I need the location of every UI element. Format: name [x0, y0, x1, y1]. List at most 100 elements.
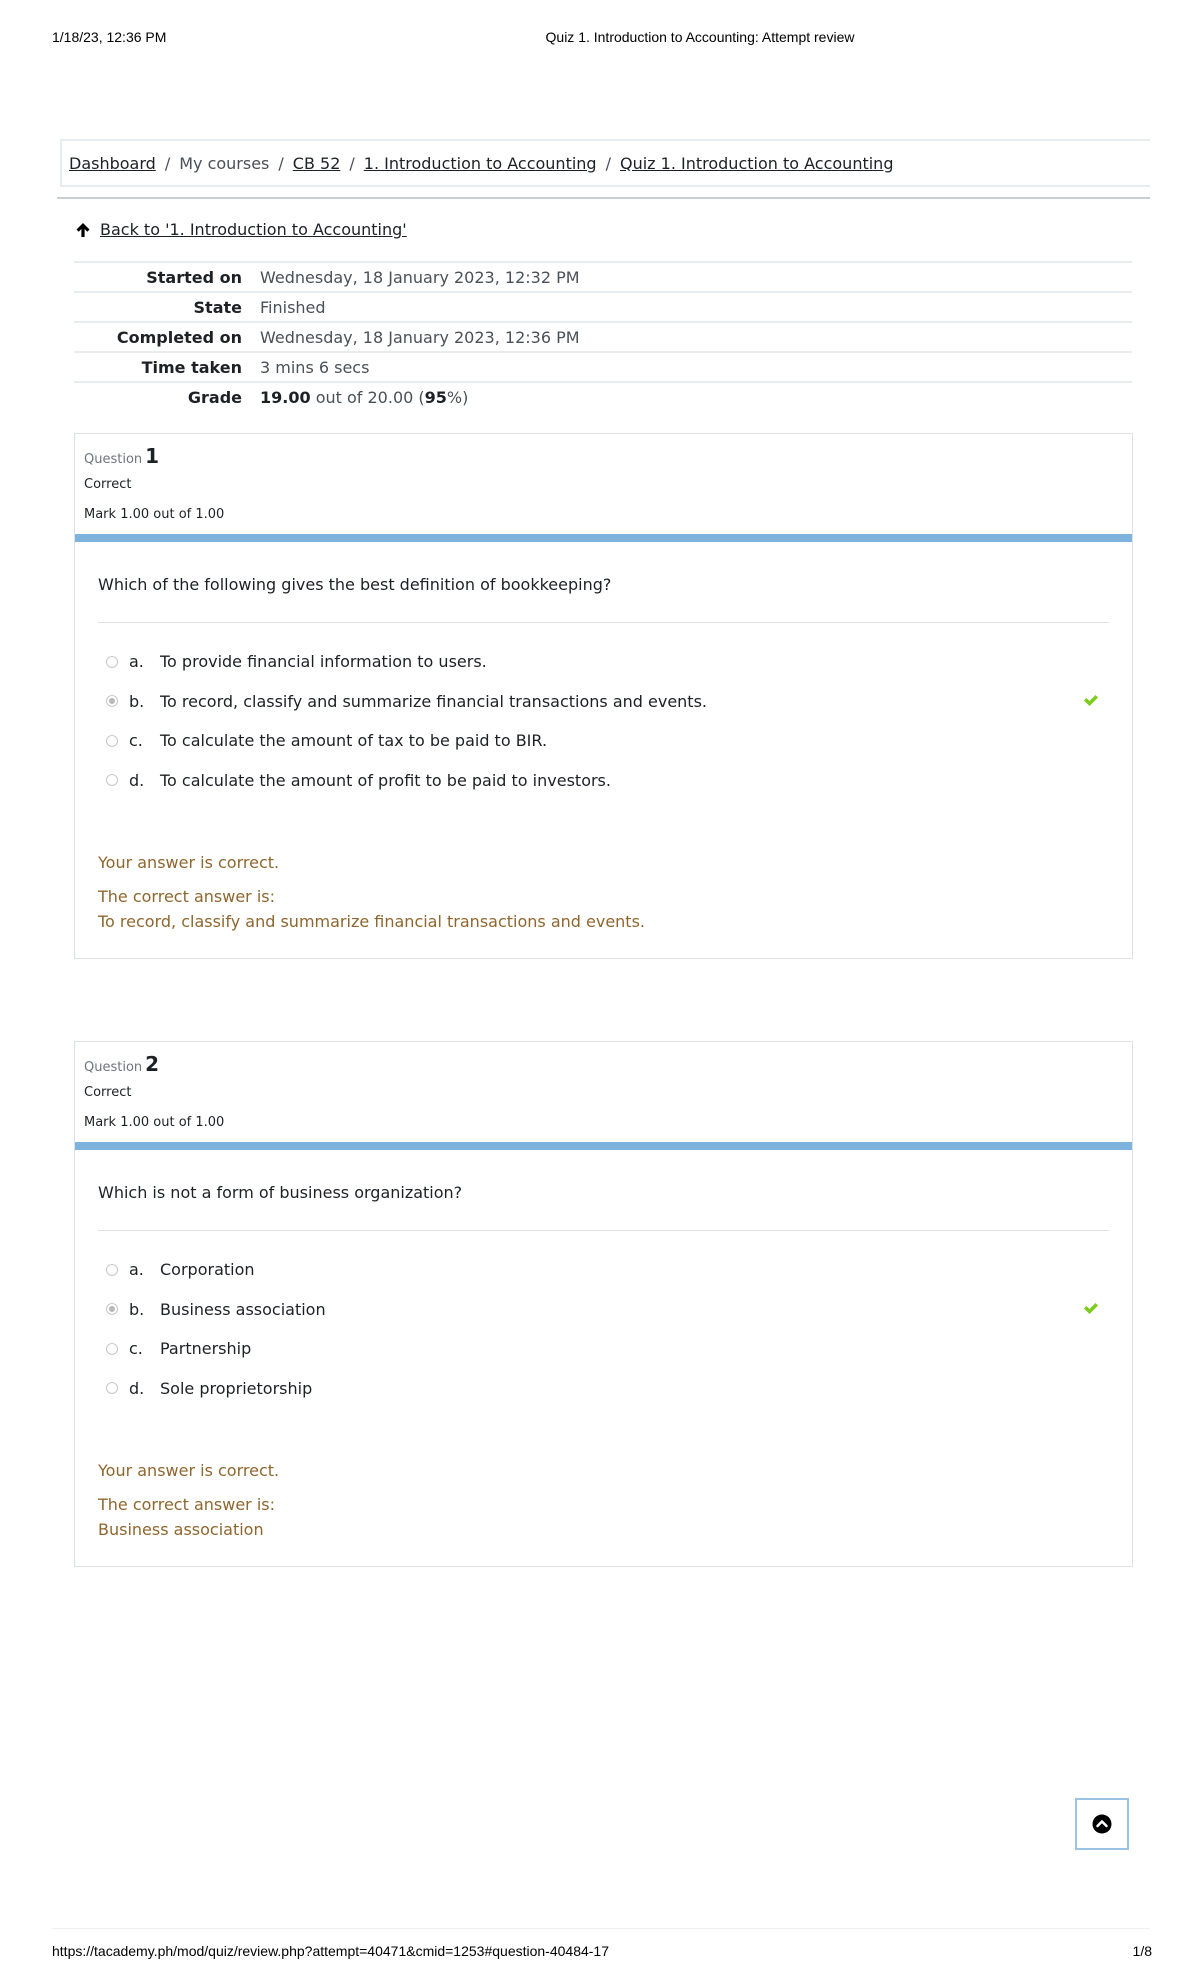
breadcrumb-separator: / [164, 153, 171, 173]
back-link-row: Back to '1. Introduction to Accounting' [75, 220, 407, 239]
question-info: Question 2 Correct Mark 1.00 out of 1.00 [75, 1042, 1132, 1142]
answer-text: To calculate the amount of tax to be pai… [160, 731, 548, 751]
checkmark-icon [1084, 694, 1098, 706]
answer-letter: a. [129, 652, 144, 672]
question-2: Question 2 Correct Mark 1.00 out of 1.00 … [74, 1041, 1133, 1567]
summary-row: State Finished [74, 291, 1132, 322]
summary-value: 3 mins 6 secs [260, 351, 1132, 382]
answer-text: Sole proprietorship [160, 1378, 313, 1398]
chevron-up-circle-icon [1092, 1814, 1112, 1834]
breadcrumb-separator: / [605, 153, 611, 173]
question-state: Correct [84, 477, 132, 492]
question-mark: Mark 1.00 out of 1.00 [84, 507, 225, 522]
answer-option-selected[interactable]: b. To record, classify and summarize fin… [98, 682, 1109, 722]
correct-answer-text: To record, classify and summarize financ… [98, 912, 645, 931]
back-to-top-button[interactable] [1075, 1798, 1129, 1850]
answer-option[interactable]: a. Corporation [98, 1250, 1109, 1290]
question-state: Correct [84, 1085, 132, 1100]
attempt-summary-table: Started on Wednesday, 18 January 2023, 1… [74, 261, 1132, 411]
answer-radio[interactable] [106, 734, 118, 747]
question-content: Which is not a form of business organiza… [75, 1150, 1132, 1408]
answer-list: a. Corporation b. Business association c… [98, 1231, 1109, 1408]
answer-text: To calculate the amount of profit to be … [160, 770, 611, 790]
back-to-section-link[interactable]: Back to '1. Introduction to Accounting' [100, 220, 407, 239]
summary-row: Completed on Wednesday, 18 January 2023,… [74, 321, 1132, 352]
question-label: Question [84, 1060, 143, 1075]
question-number: Question 2 [84, 1052, 1123, 1076]
answer-letter: a. [129, 1260, 144, 1280]
breadcrumb: Dashboard / My courses / CB 52 / 1. Intr… [60, 139, 1150, 187]
question-text: Which is not a form of business organiza… [98, 1183, 1109, 1231]
question-feedback: Your answer is correct. The correct answ… [75, 853, 1132, 958]
correct-answer-label: The correct answer is: [98, 1495, 275, 1514]
summary-row: Time taken 3 mins 6 secs [74, 351, 1132, 382]
checkmark-icon [1084, 1302, 1098, 1314]
question-1: Question 1 Correct Mark 1.00 out of 1.00 … [74, 433, 1133, 959]
answer-text: To provide financial information to user… [160, 652, 487, 672]
summary-value: Finished [260, 291, 1132, 322]
grade-percent: 95 [424, 387, 447, 407]
breadcrumb-dashboard[interactable]: Dashboard [69, 154, 156, 173]
summary-key: State [74, 291, 260, 322]
correct-answer-text: Business association [98, 1520, 264, 1539]
answer-letter: b. [129, 1299, 145, 1319]
question-content: Which of the following gives the best de… [75, 542, 1132, 800]
footer-divider [52, 1928, 1150, 1929]
arrow-up-icon [76, 222, 90, 237]
grade-value: 19.00 out of 20.00 (95%) [260, 381, 1132, 411]
feedback-text: Your answer is correct. [98, 853, 280, 872]
answer-radio[interactable] [106, 1382, 118, 1395]
grade-suffix: %) [446, 387, 469, 407]
answer-option[interactable]: d. To calculate the amount of profit to … [98, 761, 1109, 801]
answer-text: Corporation [160, 1260, 255, 1280]
question-info: Question 1 Correct Mark 1.00 out of 1.00 [75, 434, 1132, 534]
answer-radio[interactable] [106, 1342, 118, 1355]
question-mark: Mark 1.00 out of 1.00 [84, 1115, 225, 1130]
summary-key: Grade [74, 381, 260, 411]
summary-row: Started on Wednesday, 18 January 2023, 1… [74, 261, 1132, 292]
grade-score: 19.00 [260, 387, 311, 407]
answer-option[interactable]: d. Sole proprietorship [98, 1369, 1109, 1409]
answer-letter: c. [129, 731, 143, 751]
feedback-text: Your answer is correct. [98, 1461, 280, 1480]
answer-option[interactable]: c. Partnership [98, 1329, 1109, 1369]
grade-middle: out of 20.00 ( [310, 387, 425, 407]
answer-text: Business association [160, 1299, 326, 1319]
answer-letter: d. [129, 1378, 145, 1398]
summary-value: Wednesday, 18 January 2023, 12:36 PM [260, 321, 1132, 352]
summary-key: Time taken [74, 351, 260, 382]
breadcrumb-separator: / [278, 153, 284, 173]
header-divider [57, 197, 1150, 199]
breadcrumb-my-courses: My courses [179, 153, 270, 173]
question-number-value: 1 [145, 444, 160, 468]
answer-radio[interactable] [106, 774, 118, 787]
answer-radio[interactable] [106, 695, 118, 708]
question-text: Which of the following gives the best de… [98, 575, 1109, 623]
question-number-value: 2 [145, 1052, 160, 1076]
breadcrumb-separator: / [349, 153, 355, 173]
summary-key: Started on [74, 261, 260, 292]
answer-text: Partnership [160, 1339, 252, 1359]
question-status-bar [75, 1142, 1132, 1150]
answer-radio[interactable] [106, 1263, 118, 1276]
answer-option[interactable]: c. To calculate the amount of tax to be … [98, 721, 1109, 761]
breadcrumb-course[interactable]: CB 52 [293, 154, 341, 173]
answer-list: a. To provide financial information to u… [98, 623, 1109, 800]
question-label: Question [84, 452, 143, 467]
answer-letter: c. [129, 1339, 143, 1359]
answer-option[interactable]: a. To provide financial information to u… [98, 642, 1109, 682]
question-feedback: Your answer is correct. The correct answ… [75, 1461, 1132, 1566]
answer-radio[interactable] [106, 1303, 118, 1316]
print-url: https://tacademy.ph/mod/quiz/review.php?… [52, 1943, 609, 1959]
correct-answer-label: The correct answer is: [98, 887, 275, 906]
print-title: Quiz 1. Introduction to Accounting: Atte… [545, 29, 855, 45]
answer-option-selected[interactable]: b. Business association [98, 1290, 1109, 1330]
print-page-number: 1/8 [1132, 1943, 1152, 1959]
question-number: Question 1 [84, 444, 1123, 468]
summary-key: Completed on [74, 321, 260, 352]
summary-value: Wednesday, 18 January 2023, 12:32 PM [260, 261, 1132, 292]
answer-letter: d. [129, 770, 145, 790]
answer-radio[interactable] [106, 655, 118, 668]
breadcrumb-quiz[interactable]: Quiz 1. Introduction to Accounting [620, 154, 893, 173]
breadcrumb-section[interactable]: 1. Introduction to Accounting [364, 154, 597, 173]
